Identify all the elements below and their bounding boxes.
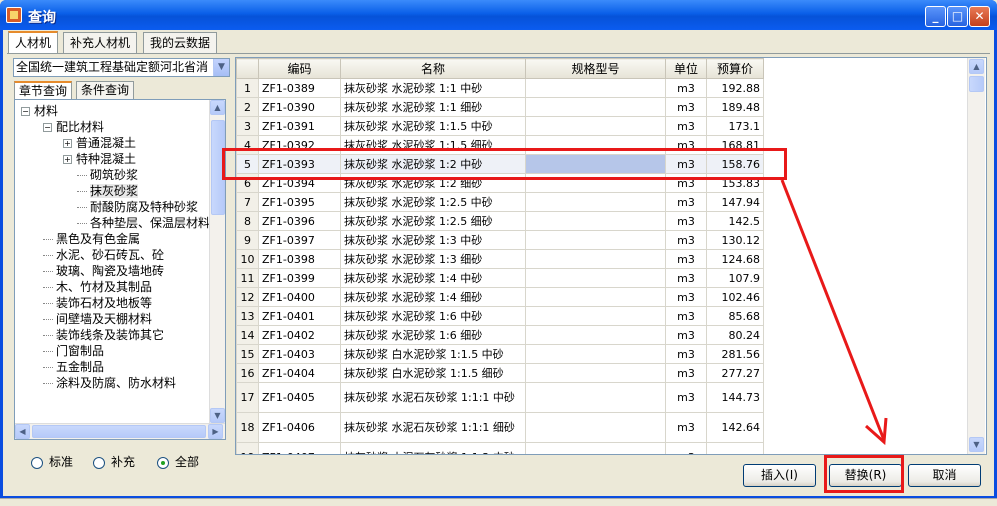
annotation-arrow bbox=[780, 179, 888, 446]
arrow-line bbox=[780, 179, 886, 441]
